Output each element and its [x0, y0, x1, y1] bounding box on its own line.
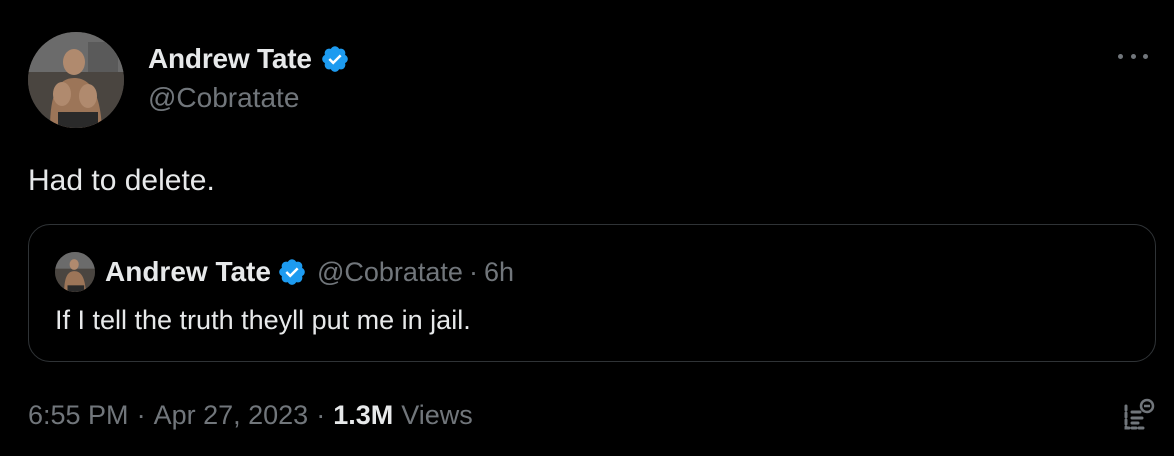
tweet-time[interactable]: 6:55 PM	[28, 400, 129, 431]
quoted-author-avatar	[55, 252, 95, 292]
more-dot	[1118, 53, 1123, 59]
analytics-icon[interactable]	[1118, 396, 1158, 436]
quoted-author-display-name: Andrew Tate	[105, 256, 271, 287]
quoted-verified-badge-icon	[279, 259, 305, 285]
meta-separator: ·	[316, 400, 326, 430]
quoted-tweet[interactable]: Andrew Tate @Cobratate · 6h If I tell th…	[28, 224, 1156, 362]
verified-badge-icon	[321, 46, 348, 72]
views-label: Views	[401, 400, 473, 430]
author-handle[interactable]: @Cobratate	[148, 82, 350, 114]
more-icon[interactable]	[1118, 46, 1148, 66]
views-count: 1.3M	[333, 400, 394, 430]
author-avatar[interactable]	[28, 32, 124, 128]
quoted-avatar-image	[55, 252, 95, 292]
tweet-text: Had to delete.	[28, 164, 215, 197]
quoted-tweet-header: Andrew Tate @Cobratate · 6h	[55, 252, 514, 292]
more-dot	[1130, 53, 1136, 59]
avatar-image	[28, 32, 124, 128]
quoted-author-handle: @Cobratate	[316, 256, 463, 287]
meta-separator: ·	[136, 400, 146, 430]
quoted-tweet-text: If I tell the truth theyll put me in jai…	[55, 305, 471, 335]
author-info: Andrew Tate @Cobratate	[148, 40, 350, 114]
quoted-separator: ·	[468, 256, 478, 287]
tweet-meta: 6:55 PM · Apr 27, 2023 · 1.3M Views	[28, 400, 473, 431]
tweet-date[interactable]: Apr 27, 2023	[154, 400, 309, 431]
quoted-timestamp: 6h	[483, 256, 514, 287]
more-dot	[1143, 53, 1148, 59]
author-display-name[interactable]: Andrew Tate	[148, 43, 312, 75]
